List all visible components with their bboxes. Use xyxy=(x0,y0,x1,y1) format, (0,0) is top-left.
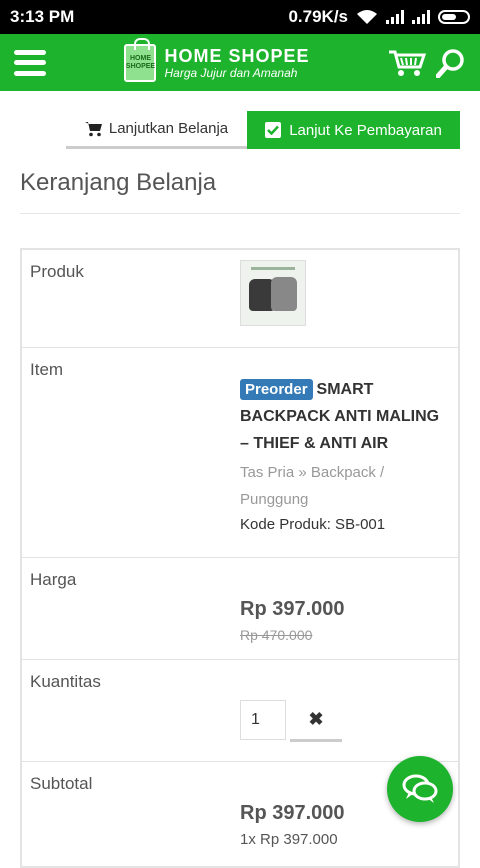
table-row: Kuantitas 1 ✖ xyxy=(22,660,458,762)
table-row: Produk xyxy=(22,250,458,348)
network-speed: 0.79K/s xyxy=(288,7,348,26)
item-label: Item xyxy=(30,360,64,379)
chat-button[interactable] xyxy=(387,756,453,822)
remove-item-button[interactable]: ✖ xyxy=(290,700,342,742)
table-row: Item Preorder SMART BACKPACK ANTI MALING … xyxy=(22,348,458,558)
checkout-label: Lanjut Ke Pembayaran xyxy=(289,121,442,139)
continue-shopping-label: Lanjutkan Belanja xyxy=(108,120,229,137)
cart-icon[interactable] xyxy=(388,49,426,77)
product-thumbnail[interactable] xyxy=(240,260,306,326)
battery-icon xyxy=(438,10,470,24)
item-name-link[interactable]: Preorder SMART BACKPACK ANTI MALING – THI… xyxy=(240,376,448,457)
brand-tagline: Harga Jujur dan Amanah xyxy=(164,65,298,80)
item-price: Rp 397.000 xyxy=(240,598,345,620)
price-label: Harga xyxy=(30,570,77,589)
subtotal-label: Subtotal xyxy=(30,774,93,793)
table-row: Harga Rp 397.000 Rp 470.000 xyxy=(22,558,458,660)
signal-icon xyxy=(386,10,404,24)
quantity-label: Kuantitas xyxy=(30,672,101,691)
cart-actions: Lanjutkan Belanja Lanjut Ke Pembayaran xyxy=(0,111,460,149)
brand-name: HOME SHOPEE xyxy=(164,45,310,66)
chat-icon xyxy=(402,774,438,803)
status-bar: 3:13 PM 0.79K/s xyxy=(0,0,480,34)
cart-icon xyxy=(84,121,102,136)
quantity-input[interactable]: 1 xyxy=(240,700,286,740)
item-code: Kode Produk: SB-001 xyxy=(240,516,386,533)
item-category[interactable]: Tas Pria » Backpack / Punggung xyxy=(240,459,448,513)
top-bar: HOME SHOPEE HOME SHOPEE Harga Jujur dan … xyxy=(0,34,480,91)
search-icon[interactable] xyxy=(436,48,466,78)
signal-icon-2 xyxy=(412,10,430,24)
status-time: 3:13 PM xyxy=(10,7,75,26)
subtotal-detail: 1x Rp 397.000 xyxy=(240,831,338,848)
preorder-badge: Preorder xyxy=(240,379,313,400)
continue-shopping-button[interactable]: Lanjutkan Belanja xyxy=(66,111,247,149)
page-title: Keranjang Belanja xyxy=(20,149,460,214)
menu-icon[interactable] xyxy=(14,49,46,76)
shopping-bag-icon: HOME SHOPEE xyxy=(124,37,157,82)
brand-logo[interactable]: HOME SHOPEE HOME SHOPEE Harga Jujur dan … xyxy=(124,37,310,82)
status-icons: 0.79K/s xyxy=(288,7,470,27)
checkout-button[interactable]: Lanjut Ke Pembayaran xyxy=(247,111,460,149)
item-old-price: Rp 470.000 xyxy=(240,627,313,643)
product-label: Produk xyxy=(30,262,84,281)
wifi-icon xyxy=(357,10,377,24)
check-icon xyxy=(265,122,282,138)
